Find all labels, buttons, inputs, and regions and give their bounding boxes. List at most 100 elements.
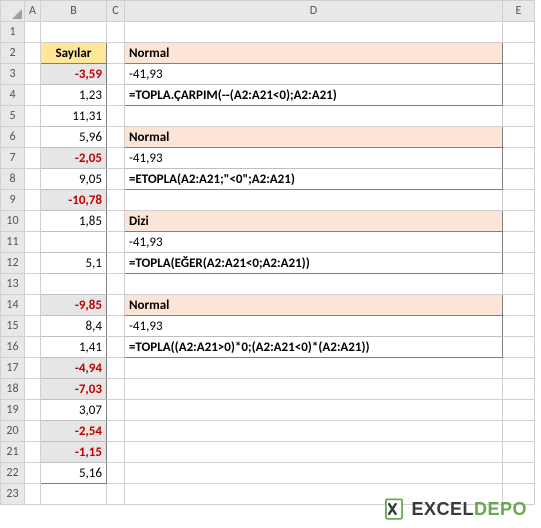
cell-A20[interactable] (25, 421, 41, 442)
cell-B18[interactable]: -7,03 (40, 379, 106, 400)
row-header-1[interactable]: 1 (1, 22, 25, 43)
cell-E1[interactable] (502, 22, 534, 43)
cell-D9[interactable] (124, 190, 502, 211)
cell-D13[interactable] (124, 274, 502, 295)
cell-C21[interactable] (106, 442, 124, 463)
cell-E16[interactable] (502, 337, 534, 358)
cell-B17[interactable]: -4,94 (40, 358, 106, 379)
row-header-20[interactable]: 20 (1, 421, 25, 442)
cell-E7[interactable] (502, 148, 534, 169)
row-header-16[interactable]: 16 (1, 337, 25, 358)
row-header-21[interactable]: 21 (1, 442, 25, 463)
cell-E17[interactable] (502, 358, 534, 379)
formula-text[interactable]: =ETOPLA(A2:A21;"<0";A2:A21) (124, 169, 502, 190)
cell-C20[interactable] (106, 421, 124, 442)
row-header-22[interactable]: 22 (1, 463, 25, 484)
row-header-11[interactable]: 11 (1, 232, 25, 253)
cell-C2[interactable] (106, 43, 124, 64)
cell-B22[interactable]: 5,16 (40, 463, 106, 484)
cell-B6[interactable]: 5,96 (40, 127, 106, 148)
section-title[interactable]: Normal (124, 43, 502, 64)
cell-A17[interactable] (25, 358, 41, 379)
cell-C10[interactable] (106, 211, 124, 232)
col-header-A[interactable]: A (25, 1, 41, 22)
row-header-2[interactable]: 2 (1, 43, 25, 64)
cell-D21[interactable] (124, 442, 502, 463)
cell-E14[interactable] (502, 295, 534, 316)
row-header-15[interactable]: 15 (1, 316, 25, 337)
cell-D19[interactable] (124, 400, 502, 421)
cell-E5[interactable] (502, 106, 534, 127)
formula-text[interactable]: =TOPLA.ÇARPIM(--(A2:A21<0);A2:A21) (124, 85, 502, 106)
cell-A11[interactable] (25, 232, 41, 253)
cell-C5[interactable] (106, 106, 124, 127)
cell-A23[interactable] (25, 484, 41, 505)
row-header-13[interactable]: 13 (1, 274, 25, 295)
cell-B9[interactable]: -10,78 (40, 190, 106, 211)
cell-A12[interactable] (25, 253, 41, 274)
section-title[interactable]: Normal (124, 127, 502, 148)
cell-E22[interactable] (502, 463, 534, 484)
cell-B3[interactable]: -3,59 (40, 64, 106, 85)
cell-A15[interactable] (25, 316, 41, 337)
cell-C8[interactable] (106, 169, 124, 190)
result-value[interactable]: -41,93 (124, 148, 502, 169)
row-header-17[interactable]: 17 (1, 358, 25, 379)
cell-A5[interactable] (25, 106, 41, 127)
cell-A2[interactable] (25, 43, 41, 64)
cell-B4[interactable]: 1,23 (40, 85, 106, 106)
cell-D20[interactable] (124, 421, 502, 442)
cell-B12[interactable]: 5,1 (40, 253, 106, 274)
cell-B8[interactable]: 9,05 (40, 169, 106, 190)
cell-B1[interactable] (40, 22, 106, 43)
cell-E9[interactable] (502, 190, 534, 211)
cell-A21[interactable] (25, 442, 41, 463)
row-header-12[interactable]: 12 (1, 253, 25, 274)
cell-B13[interactable] (40, 274, 106, 295)
cell-A22[interactable] (25, 463, 41, 484)
section-title[interactable]: Normal (124, 295, 502, 316)
cell-B2[interactable]: Sayılar (40, 43, 106, 64)
cell-A19[interactable] (25, 400, 41, 421)
cell-A14[interactable] (25, 295, 41, 316)
cell-B15[interactable]: 8,4 (40, 316, 106, 337)
row-header-10[interactable]: 10 (1, 211, 25, 232)
cell-A9[interactable] (25, 190, 41, 211)
cell-A16[interactable] (25, 337, 41, 358)
cell-E2[interactable] (502, 43, 534, 64)
cell-E19[interactable] (502, 400, 534, 421)
cell-C11[interactable] (106, 232, 124, 253)
row-header-4[interactable]: 4 (1, 85, 25, 106)
cell-E13[interactable] (502, 274, 534, 295)
cell-C15[interactable] (106, 316, 124, 337)
row-header-6[interactable]: 6 (1, 127, 25, 148)
cell-B5[interactable]: 11,31 (40, 106, 106, 127)
section-title[interactable]: Dizi (124, 211, 502, 232)
cell-A10[interactable] (25, 211, 41, 232)
cell-E8[interactable] (502, 169, 534, 190)
row-header-23[interactable]: 23 (1, 484, 25, 505)
row-header-7[interactable]: 7 (1, 148, 25, 169)
result-value[interactable]: -41,93 (124, 316, 502, 337)
col-header-C[interactable]: C (106, 1, 124, 22)
cell-C23[interactable] (106, 484, 124, 505)
cell-C14[interactable] (106, 295, 124, 316)
cell-A7[interactable] (25, 148, 41, 169)
cell-D17[interactable] (124, 358, 502, 379)
row-header-14[interactable]: 14 (1, 295, 25, 316)
cell-E11[interactable] (502, 232, 534, 253)
cell-B23[interactable] (40, 484, 106, 505)
cell-B7[interactable]: -2,05 (40, 148, 106, 169)
cell-D18[interactable] (124, 379, 502, 400)
cell-A8[interactable] (25, 169, 41, 190)
cell-B20[interactable]: -2,54 (40, 421, 106, 442)
cell-C9[interactable] (106, 190, 124, 211)
row-header-3[interactable]: 3 (1, 64, 25, 85)
cell-B11[interactable] (40, 232, 106, 253)
cell-C17[interactable] (106, 358, 124, 379)
cell-E3[interactable] (502, 64, 534, 85)
cell-C4[interactable] (106, 85, 124, 106)
formula-text[interactable]: =TOPLA((A2:A21>0)*0;(A2:A21<0)*(A2:A21)) (124, 337, 502, 358)
cell-D5[interactable] (124, 106, 502, 127)
col-header-D[interactable]: D (124, 1, 502, 22)
